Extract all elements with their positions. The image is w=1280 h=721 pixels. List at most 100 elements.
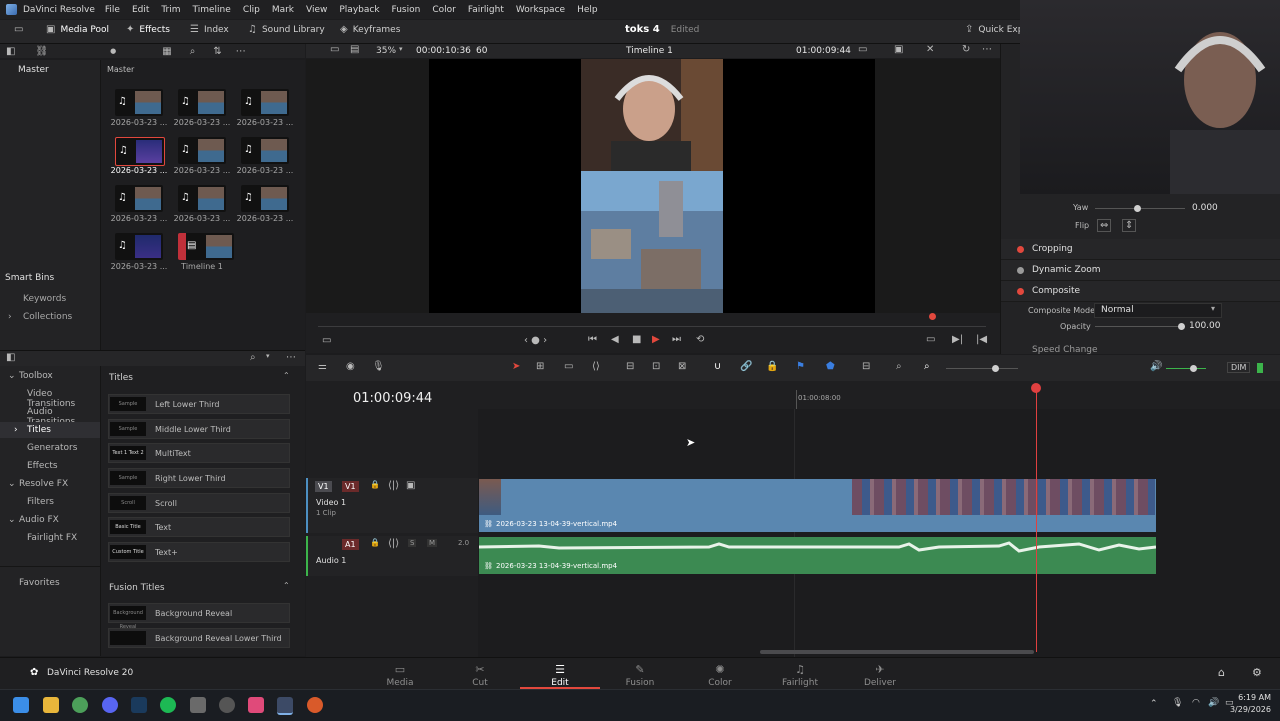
page-media[interactable]: ▭ Media [360,663,440,688]
chevron-down-icon[interactable]: ▾ [399,45,403,53]
media-clip[interactable]: ♫ [115,233,163,260]
transform-icon[interactable]: ▣ [894,44,903,55]
reverse-play-icon[interactable]: ◀ [611,334,619,345]
speed-change-section[interactable]: Speed Change [1032,345,1098,355]
menu-clip[interactable]: Clip [243,5,260,15]
playhead-handle[interactable] [1031,383,1041,393]
layout-icon[interactable]: ▭ [14,24,23,35]
mic-icon[interactable]: 🎙 [372,361,385,372]
inspector-section-composite[interactable]: Composite [1001,281,1280,302]
tree-generators[interactable]: Generators [27,443,77,453]
page-fairlight[interactable]: ♫ Fairlight [760,663,840,688]
media-clip[interactable]: ♫ [178,185,226,212]
lock-icon[interactable]: 🔒 [370,480,380,489]
page-fusion[interactable]: ✎ Fusion [600,663,680,688]
thumbnail-size-slider[interactable]: ● [110,47,116,55]
chrome-icon[interactable] [72,697,88,713]
timeline-playhead[interactable] [1036,386,1037,652]
dynamic-trim-icon[interactable]: ▭ [564,361,573,372]
dim-view-icon[interactable]: ◉ [346,361,355,372]
page-edit[interactable]: ☰ Edit [520,663,600,689]
tree-titles[interactable]: Titles [27,425,51,435]
grid-view-icon[interactable]: ▦ [162,46,171,57]
title-text-plus[interactable]: Custom Title Text+ [108,542,290,562]
media-pool-button[interactable]: ▣ Media Pool [46,24,109,35]
timeline-clip[interactable]: ▤ [178,233,234,260]
sort-icon[interactable]: ⇅ [213,46,221,57]
track-visibility-icon[interactable]: ▣ [406,480,415,491]
skip-start-icon[interactable]: ⏮ [588,334,597,345]
menu-playback[interactable]: Playback [339,5,379,15]
yaw-value[interactable]: 0.000 [1192,203,1218,213]
chevron-down-icon[interactable]: ▾ [266,352,270,360]
master-bin[interactable]: Master [18,65,49,75]
tree-toolbox[interactable]: Toolbox [19,371,53,381]
tree-filters[interactable]: Filters [27,497,54,507]
refresh-icon[interactable]: ↻ [962,44,970,55]
microphone-icon[interactable]: 🎙 [1172,698,1183,708]
full-extent-zoom-icon[interactable]: ⊟ [862,361,870,372]
enable-toggle[interactable] [1017,245,1024,253]
menu-mark[interactable]: Mark [272,5,294,15]
viewer-layout-icon[interactable]: ▭ [330,44,339,55]
app-icon[interactable] [190,697,206,713]
sidebar-toggle-icon[interactable]: ◧ [6,46,15,57]
selection-tool-icon[interactable]: ➤ [512,361,520,372]
viewer-options-icon[interactable]: ▭ [858,44,867,55]
stop-icon[interactable]: ■ [632,334,641,345]
search-icon[interactable]: ⌕ [250,352,256,363]
expand-icon[interactable]: › [14,425,18,435]
trim-tool-icon[interactable]: ⊞ [536,361,544,372]
gear-icon[interactable]: ⚙ [1252,666,1262,679]
opacity-slider[interactable] [1095,326,1185,327]
sound-library-button[interactable]: ♫ Sound Library [248,24,325,35]
tree-resolve-fx[interactable]: Resolve FX [19,479,68,489]
yaw-slider-handle[interactable] [1134,205,1141,212]
media-clip[interactable]: ♫ [178,137,226,164]
composite-mode-select[interactable]: Normal ▾ [1094,303,1222,318]
opacity-value[interactable]: 100.00 [1189,321,1221,331]
media-clip[interactable]: ♫ [115,185,163,212]
volume-icon[interactable]: 🔊 [1150,361,1162,372]
crop-icon[interactable]: ✕ [926,44,934,55]
discord-icon[interactable] [102,697,118,713]
title-middle-lower-third[interactable]: Sample Middle Lower Third [108,419,290,439]
scrub-bar[interactable] [318,326,986,327]
more-icon[interactable]: ⋯ [982,44,992,55]
skip-end-icon[interactable]: ⏭ [672,334,681,345]
audio-clip[interactable]: ⛓ 2026-03-23 13-04-39-vertical.mp4 [479,537,1156,574]
marker-icon[interactable]: ⬟ [826,361,835,372]
enable-toggle[interactable] [1017,287,1024,295]
collapse-icon[interactable]: ⌄ [8,479,16,489]
menu-fairlight[interactable]: Fairlight [468,5,504,15]
keyframes-button[interactable]: ◈ Keyframes [340,24,400,35]
clock-time[interactable]: 6:19 AM [1237,693,1271,702]
favorites-header[interactable]: Favorites [19,578,60,588]
timeline-ruler[interactable]: 01:00:08:00 [478,381,1280,409]
wifi-icon[interactable]: ◠ [1192,698,1200,708]
media-clip[interactable]: ♫ [115,89,163,116]
timeline-selector[interactable]: Timeline 1 [626,46,673,56]
scrub-playhead[interactable] [929,313,936,320]
viewer-mode-icon[interactable]: ▤ [350,44,359,55]
insert-clip-icon[interactable]: ⊟ [626,361,634,372]
spotify-icon[interactable] [160,697,176,713]
menu-trim[interactable]: Trim [161,5,180,15]
volume-slider-handle[interactable] [1190,365,1197,372]
media-clip-selected[interactable]: ♫ [115,137,165,166]
video-clip[interactable]: ⛓ 2026-03-23 13-04-39-vertical.mp4 [479,479,1156,532]
smart-bin-collections[interactable]: Collections [23,312,72,322]
fusion-title-background-reveal-lower-third[interactable]: Background Reveal Lower Third [108,628,290,648]
menu-edit[interactable]: Edit [132,5,149,15]
lock-icon[interactable]: 🔒 [766,361,778,372]
jog-control[interactable]: ‹ ● › [524,335,547,346]
file-explorer-icon[interactable] [43,697,59,713]
menu-workspace[interactable]: Workspace [516,5,565,15]
flip-vertical-icon[interactable]: ⇕ [1122,219,1137,232]
clock-date[interactable]: 3/29/2026 [1226,705,1271,714]
flag-icon[interactable]: ⚑ [796,361,805,372]
media-clip[interactable]: ♫ [241,137,289,164]
menu-view[interactable]: View [306,5,327,15]
collapse-up-icon[interactable]: ⌃ [283,581,290,590]
tree-fairlight-fx[interactable]: Fairlight FX [27,533,77,543]
